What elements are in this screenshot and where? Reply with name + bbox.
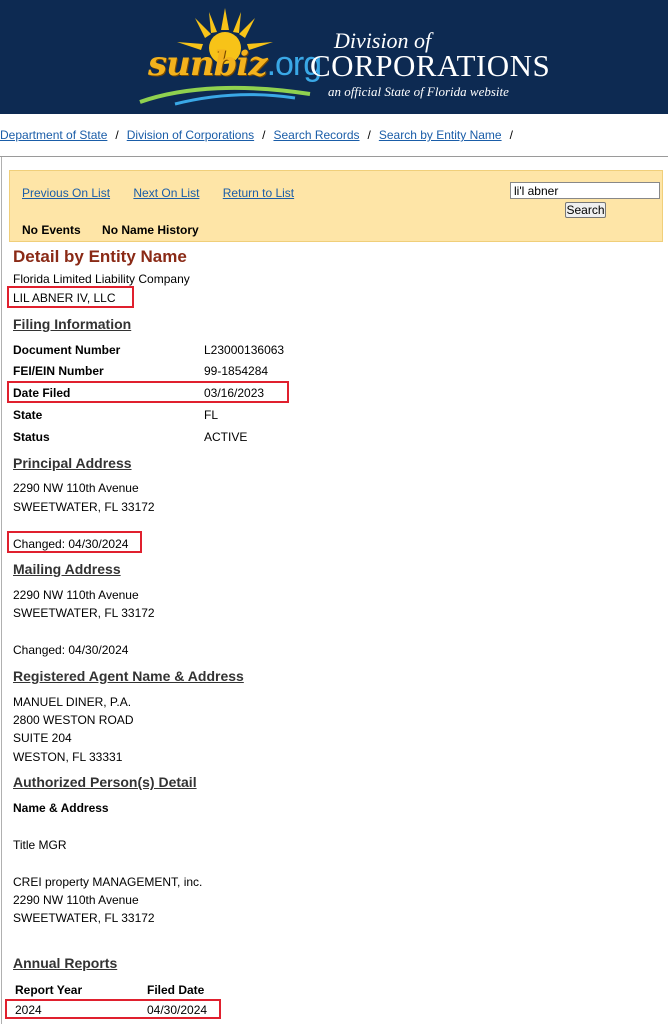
principal-address-heading: Principal Address bbox=[13, 455, 132, 471]
no-events-label: No Events bbox=[22, 223, 81, 237]
principal-address-line1: 2290 NW 110th Avenue bbox=[13, 481, 139, 495]
breadcrumb-department-of-state[interactable]: Department of State bbox=[0, 128, 107, 142]
next-on-list-link[interactable]: Next On List bbox=[133, 186, 199, 200]
filing-label: State bbox=[13, 408, 43, 422]
agent-line: 2800 WESTON ROAD bbox=[13, 713, 134, 727]
registered-agent-heading: Registered Agent Name & Address bbox=[13, 668, 244, 684]
mailing-address-line1: 2290 NW 110th Avenue bbox=[13, 588, 139, 602]
name-address-label: Name & Address bbox=[13, 801, 109, 815]
annual-reports-heading: Annual Reports bbox=[13, 955, 118, 971]
return-to-list-link[interactable]: Return to List bbox=[223, 186, 294, 200]
mailing-address-heading: Mailing Address bbox=[13, 561, 121, 577]
authorized-line: CREI property MANAGEMENT, inc. bbox=[13, 875, 203, 889]
filing-value: FL bbox=[204, 408, 219, 422]
entity-type: Florida Limited Liability Company bbox=[13, 272, 190, 286]
filing-label: Status bbox=[13, 430, 50, 444]
filing-label: FEI/EIN Number bbox=[13, 364, 104, 378]
filed-date-header: Filed Date bbox=[147, 983, 205, 997]
no-name-history-label: No Name History bbox=[102, 223, 199, 237]
breadcrumb-search-by-entity-name[interactable]: Search by Entity Name bbox=[379, 128, 502, 142]
previous-on-list-link[interactable]: Previous On List bbox=[22, 186, 110, 200]
tagline: an official State of Florida website bbox=[328, 84, 509, 99]
mailing-address-line2: SWEETWATER, FL 33172 bbox=[13, 606, 155, 620]
navigation-panel: Previous On List Next On List Return to … bbox=[9, 170, 663, 242]
agent-line: SUITE 204 bbox=[13, 731, 72, 745]
breadcrumb-division-of-corporations[interactable]: Division of Corporations bbox=[127, 128, 254, 142]
corporations-text: CORPORATIONS bbox=[310, 48, 551, 83]
filing-value: 99-1854284 bbox=[204, 364, 269, 378]
filing-value: ACTIVE bbox=[204, 430, 248, 444]
principal-address-line2: SWEETWATER, FL 33172 bbox=[13, 500, 155, 514]
agent-line: WESTON, FL 33331 bbox=[13, 750, 123, 764]
page-title: Detail by Entity Name bbox=[13, 247, 187, 266]
report-year-header: Report Year bbox=[15, 983, 83, 997]
search-button[interactable]: Search bbox=[565, 202, 606, 218]
divider bbox=[0, 156, 668, 157]
authorized-persons-heading: Authorized Person(s) Detail bbox=[13, 774, 197, 790]
highlight-date-filed bbox=[7, 381, 289, 403]
highlight-annual-report bbox=[5, 999, 221, 1019]
highlight-entity-name bbox=[7, 286, 134, 308]
left-border bbox=[1, 157, 2, 1024]
breadcrumb: Department of State / Division of Corporat… bbox=[0, 128, 513, 142]
site-banner: sunbiz.org Division of CORPORATIONS an o… bbox=[0, 0, 668, 114]
logo-swoosh bbox=[139, 85, 311, 106]
filing-value: L23000136063 bbox=[204, 343, 285, 357]
breadcrumb-search-records[interactable]: Search Records bbox=[273, 128, 359, 142]
search-input[interactable] bbox=[510, 182, 660, 199]
authorized-title: Title MGR bbox=[13, 838, 67, 852]
filing-information-heading: Filing Information bbox=[13, 316, 132, 332]
highlight-principal-changed bbox=[7, 531, 142, 553]
agent-line: MANUEL DINER, P.A. bbox=[13, 695, 132, 709]
authorized-line: SWEETWATER, FL 33172 bbox=[13, 911, 155, 925]
filing-label: Document Number bbox=[13, 343, 121, 357]
mailing-changed: Changed: 04/30/2024 bbox=[13, 643, 129, 657]
authorized-line: 2290 NW 110th Avenue bbox=[13, 893, 139, 907]
